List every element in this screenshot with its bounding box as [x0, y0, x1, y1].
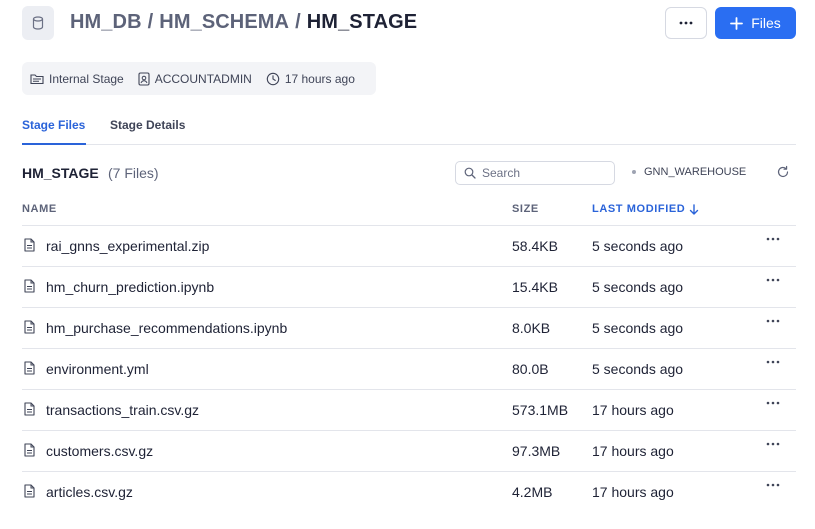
file-size: 8.0KB	[512, 320, 551, 336]
file-icon	[24, 484, 35, 498]
file-size: 58.4KB	[512, 238, 558, 254]
table-row[interactable]: rai_gnns_experimental.zip 58.4KB 5 secon…	[22, 226, 796, 267]
file-name[interactable]: environment.yml	[46, 361, 149, 377]
stage-type: Internal Stage	[30, 72, 124, 86]
file-last-modified: 17 hours ago	[592, 402, 674, 418]
column-header-name[interactable]: NAME	[22, 203, 57, 215]
tab-stage-files[interactable]: Stage Files	[22, 118, 85, 132]
stage-title: HM_STAGE	[22, 165, 99, 181]
breadcrumb-database[interactable]: HM_DB	[70, 11, 142, 33]
stage-type-label: Internal Stage	[49, 71, 124, 86]
table-header: NAME SIZE LAST MODIFIED	[22, 193, 796, 226]
add-files-button[interactable]: Files	[715, 7, 796, 39]
file-name[interactable]: rai_gnns_experimental.zip	[46, 238, 209, 254]
stage-owner-label: ACCOUNTADMIN	[154, 71, 252, 86]
warehouse-name: GNN_WAREHOUSE	[644, 166, 747, 178]
clock-icon	[266, 72, 280, 85]
column-header-size[interactable]: SIZE	[512, 203, 539, 215]
stage-created-label: 17 hours ago	[284, 71, 355, 86]
file-name[interactable]: articles.csv.gz	[46, 484, 133, 500]
file-icon	[24, 279, 35, 293]
refresh-button[interactable]	[776, 165, 790, 184]
sort-descending-icon	[690, 203, 699, 215]
table-row[interactable]: environment.yml 80.0B 5 seconds ago	[22, 349, 796, 390]
file-icon	[24, 443, 35, 457]
file-count: (7 Files)	[108, 165, 159, 181]
file-last-modified: 5 seconds ago	[592, 238, 684, 254]
files-toolbar: HM_STAGE (7 Files) GNN_WAREHOUSE	[22, 160, 796, 186]
file-icon	[24, 238, 35, 252]
refresh-icon	[777, 165, 789, 178]
stage-tabs: Stage Files Stage Details	[22, 112, 796, 145]
user-badge-icon	[138, 71, 150, 86]
file-size: 15.4KB	[512, 279, 558, 295]
table-row[interactable]: transactions_train.csv.gz 573.1MB 17 hou…	[22, 390, 796, 431]
file-size: 4.2MB	[512, 484, 553, 500]
row-more-icon[interactable]	[766, 360, 780, 364]
breadcrumb: HM_DB / HM_SCHEMA / HM_STAGE	[70, 11, 417, 34]
warehouse-selector[interactable]: GNN_WAREHOUSE	[632, 166, 746, 178]
breadcrumb-separator: /	[147, 11, 154, 33]
row-more-icon[interactable]	[766, 401, 780, 405]
file-icon	[24, 361, 35, 375]
file-name[interactable]: hm_churn_prediction.ipynb	[46, 279, 214, 295]
stage-created: 17 hours ago	[266, 72, 355, 86]
table-row[interactable]: hm_churn_prediction.ipynb 15.4KB 5 secon…	[22, 267, 796, 308]
file-name[interactable]: hm_purchase_recommendations.ipynb	[46, 320, 287, 336]
page-header: HM_DB / HM_SCHEMA / HM_STAGE Files	[22, 6, 796, 40]
folder-stage-icon	[30, 73, 44, 84]
stage-meta: Internal Stage ACCOUNTADMIN 17 hours ago	[22, 62, 376, 95]
row-more-icon[interactable]	[766, 483, 780, 487]
file-last-modified: 17 hours ago	[592, 484, 674, 500]
file-size: 80.0B	[512, 361, 549, 377]
row-more-icon[interactable]	[766, 237, 780, 241]
file-icon	[24, 402, 35, 416]
stage-owner: ACCOUNTADMIN	[138, 72, 252, 86]
more-actions-button[interactable]	[665, 7, 707, 39]
file-icon	[24, 320, 35, 334]
breadcrumb-separator: /	[295, 11, 301, 33]
file-size: 97.3MB	[512, 443, 561, 459]
breadcrumb-schema[interactable]: HM_SCHEMA	[159, 11, 289, 33]
table-row[interactable]: customers.csv.gz 97.3MB 17 hours ago	[22, 431, 796, 472]
row-more-icon[interactable]	[766, 319, 780, 323]
search-box[interactable]	[455, 161, 615, 185]
table-body: rai_gnns_experimental.zip 58.4KB 5 secon…	[22, 226, 796, 513]
file-last-modified: 17 hours ago	[592, 443, 674, 459]
file-name[interactable]: customers.csv.gz	[46, 443, 153, 459]
column-header-last-modified-label: LAST MODIFIED	[592, 203, 686, 215]
more-horizontal-icon	[679, 21, 693, 25]
tab-stage-details[interactable]: Stage Details	[110, 118, 185, 132]
search-icon	[464, 167, 476, 179]
files-button-label: Files	[751, 15, 781, 31]
row-more-icon[interactable]	[766, 278, 780, 282]
plus-icon	[730, 16, 744, 30]
file-size: 573.1MB	[512, 402, 569, 418]
column-header-last-modified[interactable]: LAST MODIFIED	[592, 203, 699, 215]
row-more-icon[interactable]	[766, 442, 780, 446]
file-name[interactable]: transactions_train.csv.gz	[46, 402, 199, 418]
file-last-modified: 5 seconds ago	[592, 320, 684, 336]
warehouse-status-dot	[632, 170, 636, 174]
active-tab-indicator	[22, 143, 86, 145]
breadcrumb-stage: HM_STAGE	[306, 11, 418, 33]
table-row[interactable]: hm_purchase_recommendations.ipynb 8.0KB …	[22, 308, 796, 349]
file-last-modified: 5 seconds ago	[592, 361, 684, 377]
table-row[interactable]: articles.csv.gz 4.2MB 17 hours ago	[22, 472, 796, 513]
file-last-modified: 5 seconds ago	[592, 279, 684, 295]
files-table: NAME SIZE LAST MODIFIED rai_gnns_experim…	[22, 193, 796, 513]
search-input[interactable]	[482, 166, 602, 180]
database-icon	[22, 6, 54, 40]
